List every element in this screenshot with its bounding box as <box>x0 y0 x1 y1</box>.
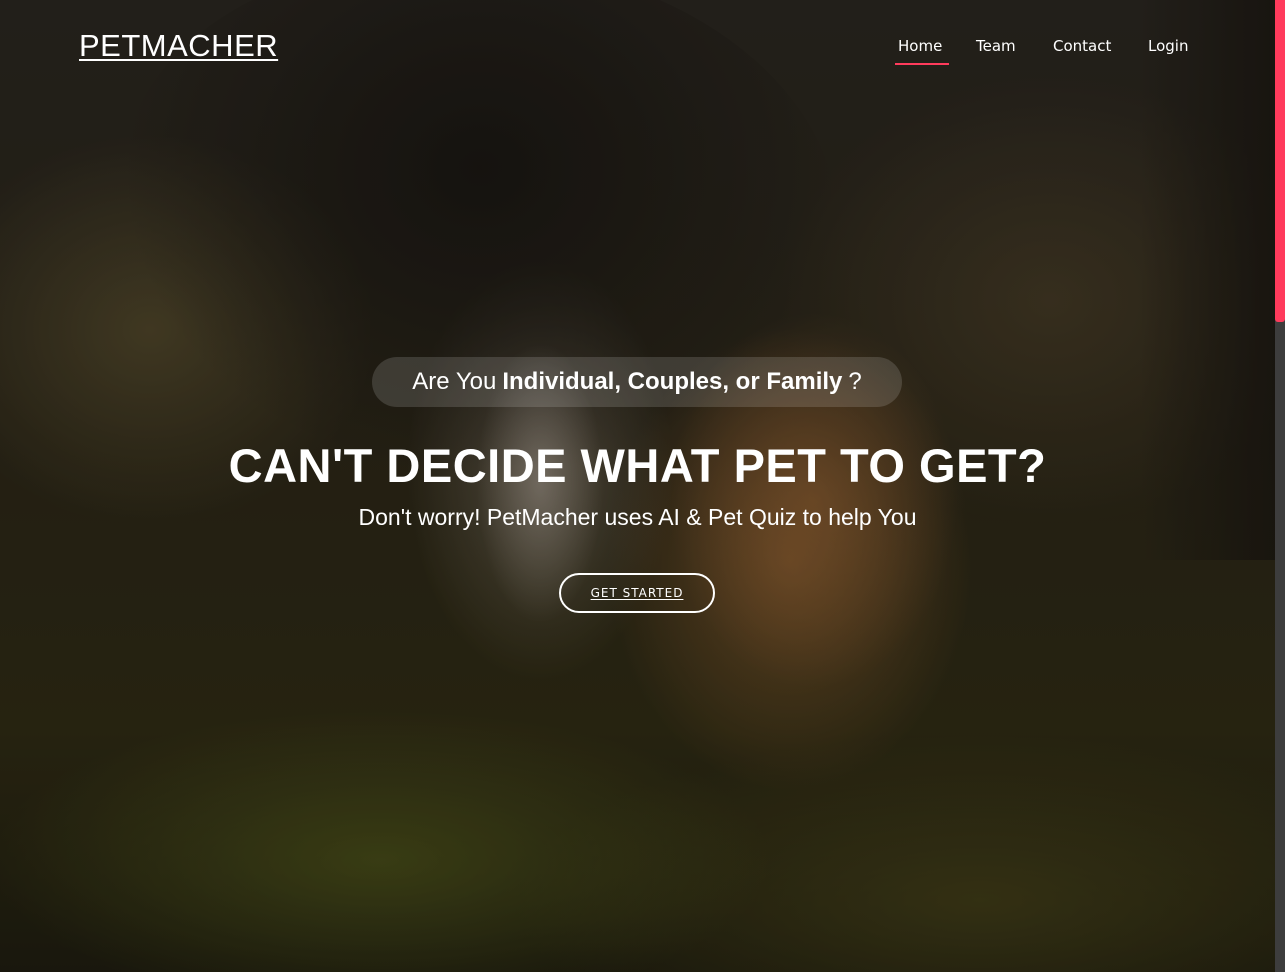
hero-subline: Don't worry! PetMacher uses AI & Pet Qui… <box>358 504 917 530</box>
nav-item-login[interactable]: Login <box>1148 37 1188 55</box>
main-nav: Home Team Contact Login <box>0 37 1275 67</box>
nav-active-indicator <box>895 63 949 65</box>
pill-emphasis: Individual, Couples, or Family <box>502 368 843 395</box>
nav-item-contact[interactable]: Contact <box>1053 37 1111 55</box>
hero-headline: CAN'T DECIDE WHAT PET TO GET? <box>228 439 1047 492</box>
pill-prefix: Are You <box>412 368 497 395</box>
get-started-button[interactable]: GET STARTED <box>559 573 715 613</box>
audience-pill: Are You Individual, Couples, or Family ? <box>372 357 902 407</box>
pill-suffix: ? <box>848 368 862 395</box>
nav-item-home[interactable]: Home <box>898 37 942 55</box>
scrollbar-thumb[interactable] <box>1275 0 1285 322</box>
page-scrollbar[interactable] <box>1275 0 1285 972</box>
nav-item-team[interactable]: Team <box>976 37 1016 55</box>
